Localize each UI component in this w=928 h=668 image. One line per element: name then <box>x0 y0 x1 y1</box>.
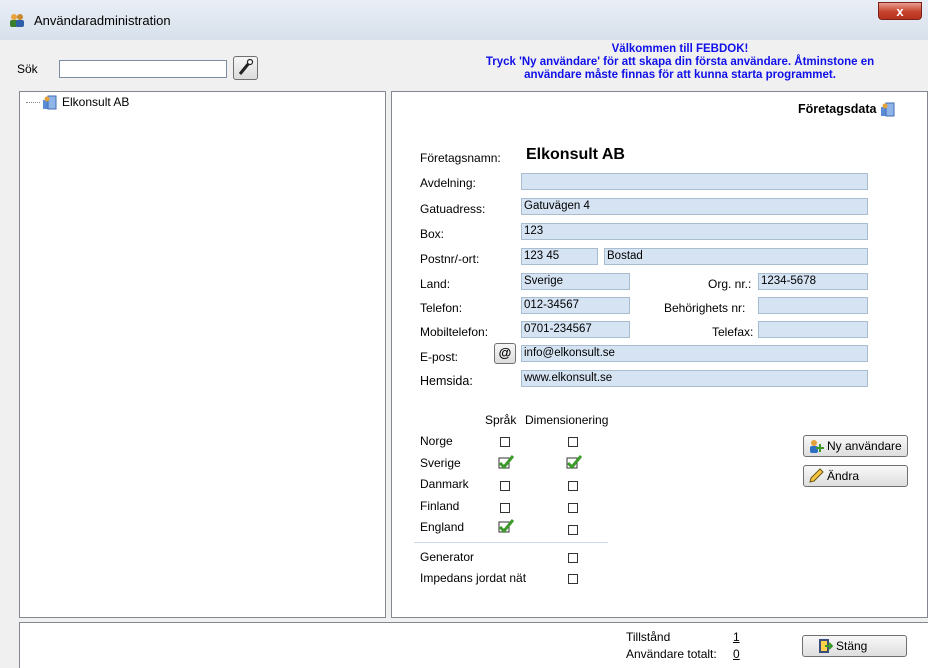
window-close-button[interactable]: x <box>878 2 922 20</box>
company-tree[interactable] <box>19 91 386 618</box>
england-dim-checkbox[interactable] <box>568 525 578 535</box>
detail-header-label: Företagsdata <box>798 102 877 116</box>
total-users-link[interactable]: 0 <box>733 647 740 661</box>
gatuadress-label: Gatuadress: <box>420 202 486 216</box>
hemsida-label: Hemsida: <box>420 374 473 388</box>
edit-label: Ändra <box>827 469 860 483</box>
search-button[interactable] <box>233 56 258 80</box>
new-user-label: Ny användare <box>827 439 902 453</box>
england-sprak-checkbox[interactable] <box>498 519 514 533</box>
company-icon <box>880 102 894 117</box>
welcome-line-3: användare måste finnas för att kunna sta… <box>524 69 836 81</box>
danmark-sprak-checkbox[interactable] <box>500 481 510 491</box>
epost-label: E-post: <box>420 350 459 364</box>
users-icon <box>10 14 24 27</box>
avdelning-label: Avdelning: <box>420 176 476 190</box>
exit-door-icon <box>819 639 833 653</box>
hemsida-field[interactable]: www.elkonsult.se <box>521 370 868 387</box>
company-name: Elkonsult AB <box>526 146 625 163</box>
postnr-label: Postnr/-ort: <box>420 252 480 266</box>
edit-button[interactable]: Ändra <box>803 465 908 487</box>
tree-item-label: Elkonsult AB <box>62 95 130 109</box>
close-dialog-button[interactable]: Stäng <box>802 635 907 657</box>
tillstand-label: Tillstånd <box>626 630 671 644</box>
land-label: Land: <box>420 277 451 291</box>
telefax-label: Telefax: <box>712 325 754 339</box>
divider <box>414 542 608 543</box>
welcome-line-2: Tryck 'Ny användare' för att skapa din f… <box>485 56 875 68</box>
sverige-dim-checkbox[interactable] <box>566 455 582 469</box>
country-label-danmark: Danmark <box>420 477 469 491</box>
sprak-column-header: Språk <box>485 413 517 427</box>
tillstand-link[interactable]: 1 <box>733 630 740 644</box>
box-label: Box: <box>420 227 445 241</box>
norge-dim-checkbox[interactable] <box>568 437 578 447</box>
tree-item-company[interactable]: Elkonsult AB <box>26 93 129 111</box>
country-label-england: England <box>420 520 465 534</box>
company-name-label: Företagsnamn: <box>420 151 501 165</box>
telefax-field[interactable] <box>758 321 868 338</box>
company-icon <box>43 95 57 110</box>
ort-field[interactable]: Bostad <box>604 248 868 265</box>
pencil-icon <box>809 468 824 483</box>
avdelning-field[interactable] <box>521 173 868 190</box>
telefon-field[interactable]: 012-34567 <box>521 297 630 314</box>
country-label-finland: Finland <box>420 499 460 513</box>
mobil-label: Mobiltelefon: <box>420 325 489 339</box>
country-label-norge: Norge <box>420 434 453 448</box>
welcome-line-1: Välkommen till FEBDOK! <box>611 43 749 55</box>
orgnr-label: Org. nr.: <box>708 277 752 291</box>
finland-dim-checkbox[interactable] <box>568 503 578 513</box>
generator-label: Generator <box>420 550 475 564</box>
gatuadress-field[interactable]: Gatuvägen 4 <box>521 198 868 215</box>
detail-header: Företagsdata <box>798 101 896 117</box>
behorighet-field[interactable] <box>758 297 868 314</box>
generator-checkbox[interactable] <box>568 553 578 563</box>
norge-sprak-checkbox[interactable] <box>500 437 510 447</box>
total-users-label: Användare totalt: <box>626 647 717 661</box>
search-wand-icon <box>238 58 254 75</box>
send-email-button[interactable]: @ <box>494 343 516 364</box>
search-input[interactable] <box>59 60 227 78</box>
status-panel <box>19 622 928 668</box>
country-label-sverige: Sverige <box>420 456 461 470</box>
search-label: Sök <box>17 62 38 76</box>
tree-connector <box>26 101 40 103</box>
sverige-sprak-checkbox[interactable] <box>498 455 514 469</box>
epost-field[interactable]: info@elkonsult.se <box>521 345 868 362</box>
window-title: Användaradministration <box>34 13 171 28</box>
mobil-field[interactable]: 0701-234567 <box>521 321 630 338</box>
finland-sprak-checkbox[interactable] <box>500 503 510 513</box>
orgnr-field[interactable]: 1234-5678 <box>758 273 868 290</box>
new-user-button[interactable]: Ny användare <box>803 435 908 457</box>
box-field[interactable]: 123 <box>521 223 868 240</box>
telefon-label: Telefon: <box>420 301 463 315</box>
add-user-icon <box>810 440 824 453</box>
welcome-message: Välkommen till FEBDOK! Tryck 'Ny använda… <box>440 43 920 82</box>
behorighet-label: Behörighets nr: <box>664 301 746 315</box>
impedans-checkbox[interactable] <box>568 574 578 584</box>
dimensionering-column-header: Dimensionering <box>525 413 609 427</box>
postnr-field[interactable]: 123 45 <box>521 248 598 265</box>
danmark-dim-checkbox[interactable] <box>568 481 578 491</box>
impedans-label: Impedans jordat nät <box>420 571 527 585</box>
close-dialog-label: Stäng <box>836 639 868 653</box>
land-field[interactable]: Sverige <box>521 273 630 290</box>
